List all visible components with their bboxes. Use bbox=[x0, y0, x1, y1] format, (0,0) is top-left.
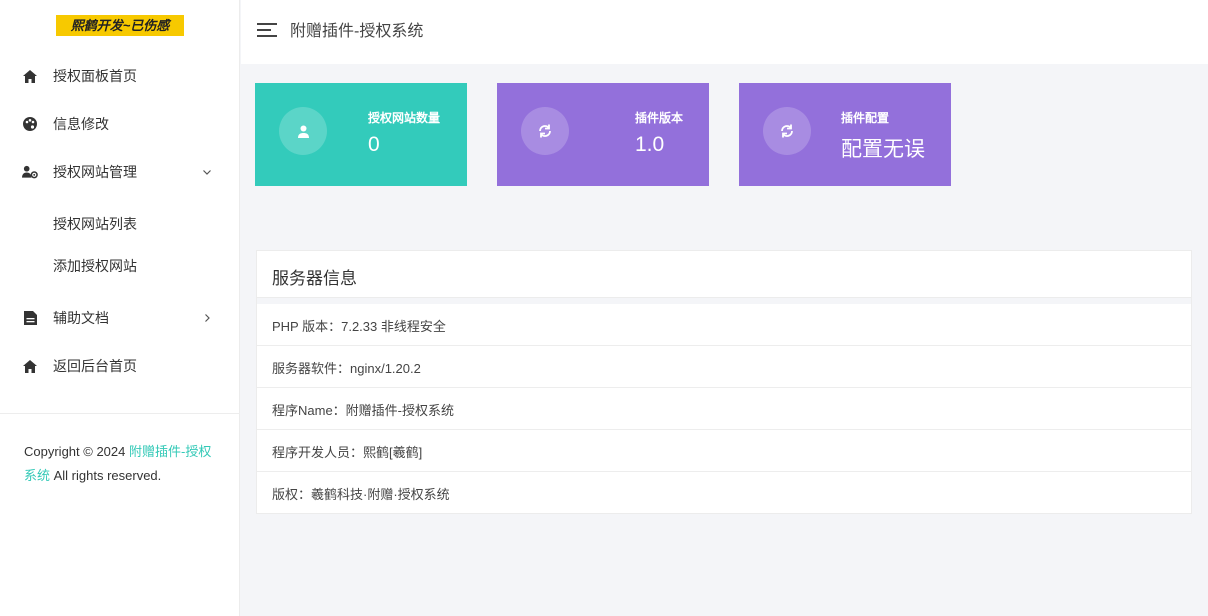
copyright-prefix: Copyright © 2024 bbox=[24, 444, 129, 459]
page-title: 附赠插件-授权系统 bbox=[290, 23, 424, 40]
server-info-panel: 服务器信息 PHP 版本：7.2.33 非线程安全 服务器软件：nginx/1.… bbox=[256, 250, 1192, 514]
palette-icon bbox=[22, 116, 38, 132]
sidebar-item-label: 返回后台首页 bbox=[53, 358, 137, 374]
sidebar-item-dashboard[interactable]: 授权面板首页 bbox=[0, 54, 240, 98]
stat-card-label: 插件版本 bbox=[635, 111, 684, 125]
top-header: 附赠插件-授权系统 bbox=[241, 0, 1208, 64]
chevron-down-icon bbox=[202, 167, 212, 177]
sidebar-item-profile[interactable]: 信息修改 bbox=[0, 102, 240, 146]
sidebar-item-label: 授权面板首页 bbox=[53, 68, 137, 84]
panel-header: 服务器信息 bbox=[257, 251, 1191, 298]
menu-toggle-icon[interactable] bbox=[257, 22, 279, 42]
sidebar-item-back-admin[interactable]: 返回后台首页 bbox=[0, 344, 240, 388]
info-row-text: 服务器软件：nginx/1.20.2 bbox=[272, 361, 421, 376]
sidebar-item-docs[interactable]: 辅助文档 bbox=[0, 296, 240, 340]
stat-card-value: 1.0 bbox=[635, 133, 665, 156]
refresh-icon bbox=[763, 107, 811, 155]
sidebar-subitem-add-site[interactable]: 添加授权网站 bbox=[0, 248, 240, 284]
copyright-suffix: All rights reserved. bbox=[50, 468, 162, 483]
sidebar-item-label: 授权网站管理 bbox=[53, 164, 137, 180]
copyright: Copyright © 2024 附赠插件-授权系统 All rights re… bbox=[24, 440, 220, 488]
info-row: 程序开发人员：熙鹤[羲鹤] bbox=[257, 430, 1191, 472]
info-row: 版权：羲鹤科技·附赠·授权系统 bbox=[257, 472, 1191, 514]
sidebar-item-site-management[interactable]: 授权网站管理 bbox=[0, 150, 240, 194]
sidebar-subitem-label: 添加授权网站 bbox=[53, 258, 137, 274]
stat-card-site-count: 授权网站数量 0 bbox=[255, 83, 467, 186]
panel-title: 服务器信息 bbox=[272, 269, 357, 288]
info-row-text: 程序开发人员：熙鹤[羲鹤] bbox=[272, 445, 423, 460]
sidebar-item-label: 辅助文档 bbox=[53, 310, 109, 326]
sidebar: 熙鹤开发~已伤感 授权面板首页 信息修改 授权网站管理 授权网站列表 添加授权网… bbox=[0, 0, 240, 616]
sidebar-subitem-label: 授权网站列表 bbox=[53, 216, 137, 232]
info-row: 程序Name：附赠插件-授权系统 bbox=[257, 388, 1191, 430]
sidebar-item-label: 信息修改 bbox=[53, 116, 109, 132]
stat-card-value: 配置无误 bbox=[841, 138, 925, 161]
logo[interactable]: 熙鹤开发~已伤感 bbox=[56, 15, 184, 36]
refresh-icon bbox=[521, 107, 569, 155]
document-icon bbox=[22, 310, 38, 326]
home-icon bbox=[22, 68, 38, 84]
home-icon bbox=[22, 358, 38, 374]
info-row-text: 程序Name：附赠插件-授权系统 bbox=[272, 403, 455, 418]
sidebar-divider bbox=[0, 413, 240, 414]
stat-card-value: 0 bbox=[368, 133, 380, 156]
info-row-text: PHP 版本：7.2.33 非线程安全 bbox=[272, 319, 446, 334]
sidebar-subitem-site-list[interactable]: 授权网站列表 bbox=[0, 206, 240, 242]
stat-card-plugin-config: 插件配置 配置无误 bbox=[739, 83, 951, 186]
chevron-right-icon bbox=[202, 313, 212, 323]
user-settings-icon bbox=[22, 164, 38, 180]
info-row-text: 版权：羲鹤科技·附赠·授权系统 bbox=[272, 487, 450, 502]
stat-card-plugin-version: 插件版本 1.0 bbox=[497, 83, 709, 186]
stat-card-label: 授权网站数量 bbox=[368, 111, 441, 125]
info-row: PHP 版本：7.2.33 非线程安全 bbox=[257, 304, 1191, 346]
info-row: 服务器软件：nginx/1.20.2 bbox=[257, 346, 1191, 388]
user-icon bbox=[279, 107, 327, 155]
stat-card-label: 插件配置 bbox=[841, 111, 890, 125]
